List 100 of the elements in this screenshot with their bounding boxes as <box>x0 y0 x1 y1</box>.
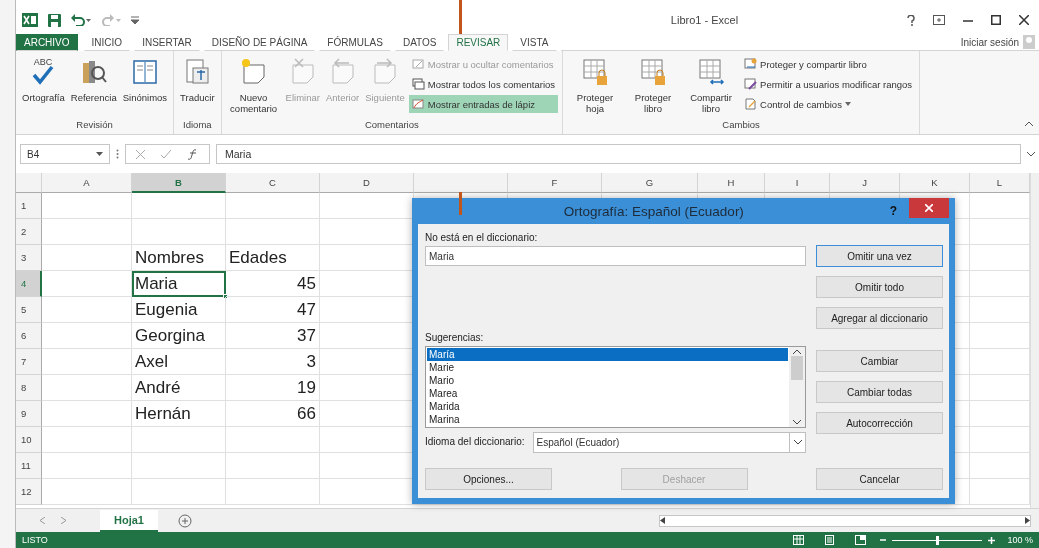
customize-icon <box>131 16 139 24</box>
note-right-arrow-icon <box>371 57 399 87</box>
ribbon-button[interactable]: Control de cambios <box>741 95 916 113</box>
word-field[interactable]: Maria <box>425 246 806 266</box>
dialog-button[interactable]: Cancelar <box>816 468 943 490</box>
column-header[interactable]: A <box>42 173 132 193</box>
table-cell: Edades <box>226 245 320 271</box>
ribbon-tab[interactable]: DISEÑO DE PÁGINA <box>203 34 316 51</box>
ribbon-button[interactable]: Permitir a usuarios modificar rangos <box>741 75 916 93</box>
fill-handle[interactable] <box>223 294 228 299</box>
row-header[interactable]: 1 <box>16 193 42 219</box>
excel-logo-icon <box>22 13 38 27</box>
dialog-button[interactable]: Omitir una vez <box>816 245 943 267</box>
row-header[interactable]: 6 <box>16 323 42 349</box>
scrollbar[interactable] <box>659 514 1031 527</box>
name-box[interactable]: B4 <box>20 144 110 164</box>
book-icon <box>130 57 159 87</box>
column-header[interactable]: G <box>602 173 698 193</box>
cancel-icon <box>136 149 145 159</box>
row-header[interactable]: 2 <box>16 219 42 245</box>
close-button[interactable] <box>909 198 949 218</box>
field-label: Sugerencias: <box>425 332 485 345</box>
language-dropdown[interactable]: Español (Ecuador) <box>532 432 806 453</box>
ribbon-button[interactable]: Compartir libro <box>683 53 740 116</box>
suggestions-list[interactable]: María Marie Mario Marea Marida Marina <box>425 346 806 428</box>
table-cell: 45 <box>226 271 320 297</box>
list-item[interactable]: Marie <box>427 361 788 374</box>
ribbon-button[interactable]: Nuevo comentario <box>225 53 282 116</box>
dialog-button[interactable]: Autocorrección <box>816 412 943 434</box>
function-icon <box>187 148 199 160</box>
drag-handle-icon <box>116 149 119 159</box>
table-cell: Hernán <box>132 401 226 427</box>
ribbon-button[interactable]: Mostrar entradas de lápiz <box>408 95 559 113</box>
list-item[interactable]: Mario <box>427 374 788 387</box>
column-header[interactable]: J <box>830 173 900 193</box>
scrollbar[interactable] <box>789 347 805 427</box>
row-header[interactable]: 10 <box>16 427 42 453</box>
row-header[interactable]: 3 <box>16 245 42 271</box>
ribbon-tab[interactable]: FÓRMULAS <box>319 34 391 51</box>
ribbon-button[interactable]: ABC Ortografía <box>20 53 67 105</box>
note-pencil-icon <box>411 58 425 70</box>
dialog-button[interactable]: Omitir todo <box>816 276 943 298</box>
page-break-icon[interactable] <box>855 535 867 545</box>
close-icon[interactable] <box>1019 15 1029 25</box>
column-header[interactable]: I <box>765 173 830 193</box>
list-item[interactable]: Marea <box>427 387 788 400</box>
ribbon-display-icon[interactable] <box>933 15 945 25</box>
ribbon-tab[interactable]: REVISAR <box>448 34 509 51</box>
table-cell: Eugenia <box>132 297 226 323</box>
column-header[interactable]: D <box>320 173 414 193</box>
row-header[interactable]: 9 <box>16 401 42 427</box>
sign-in-link[interactable]: Iniciar sesión <box>960 36 1019 48</box>
collapse-ribbon-icon[interactable] <box>1025 121 1033 126</box>
column-header[interactable]: C <box>226 173 320 193</box>
scrollbar[interactable] <box>1030 173 1039 508</box>
list-item[interactable]: Marida <box>427 400 788 413</box>
dialog-title: Ortografía: Español (Ecuador) <box>563 203 744 219</box>
row-header[interactable]: 5 <box>16 297 42 323</box>
field-label: No está en el diccionario: <box>425 232 539 245</box>
ribbon-button[interactable]: Mostrar todos los comentarios <box>408 75 559 93</box>
dialog-button[interactable]: Agregar al diccionario <box>816 307 943 329</box>
zoom-level[interactable]: 100 % <box>1007 535 1033 545</box>
ribbon-button[interactable]: Traducir <box>178 53 217 105</box>
row-header[interactable]: 11 <box>16 453 42 479</box>
column-header[interactable]: F <box>508 173 602 193</box>
row-header[interactable]: 12 <box>16 479 42 505</box>
dialog-button[interactable]: Cambiar todas <box>816 381 943 403</box>
zoom-in-icon[interactable] <box>988 536 996 544</box>
grid-share-icon <box>744 58 758 70</box>
row-header[interactable]: 7 <box>16 349 42 375</box>
table-cell: Georgina <box>132 323 226 349</box>
column-header[interactable]: B <box>132 173 226 193</box>
row-header[interactable]: 4 <box>16 271 42 297</box>
sheet-tab[interactable]: Hoja1 <box>100 509 158 532</box>
dialog-button[interactable]: Opciones... <box>425 468 552 490</box>
list-item[interactable]: María <box>427 348 788 361</box>
ribbon-tab[interactable]: ARCHIVO <box>16 34 78 51</box>
column-header[interactable]: L <box>970 173 1030 193</box>
group-label: Comentarios <box>363 118 420 132</box>
add-sheet-icon[interactable] <box>177 513 192 528</box>
ribbon-button[interactable]: Proteger hoja <box>567 53 624 116</box>
dialog-button[interactable]: Cambiar <box>816 350 943 372</box>
column-header[interactable]: K <box>900 173 970 193</box>
column-header[interactable]: H <box>698 173 765 193</box>
maximize-icon[interactable] <box>991 15 1001 25</box>
ribbon-button[interactable]: Proteger libro <box>625 53 682 116</box>
help-button[interactable]: ? <box>889 204 897 218</box>
row-header[interactable]: 8 <box>16 375 42 401</box>
scrollbar-thumb[interactable] <box>791 356 803 380</box>
ribbon-button[interactable]: Proteger y compartir libro <box>741 55 916 73</box>
left-arrow-icon <box>660 517 665 524</box>
page-layout-icon[interactable] <box>824 535 836 545</box>
ribbon-button[interactable]: Referencia <box>68 53 119 105</box>
ribbon-button[interactable]: Sinónimos <box>120 53 170 105</box>
formula-input[interactable]: Maria <box>216 144 1021 164</box>
list-item[interactable]: Marina <box>427 413 788 426</box>
normal-view-icon[interactable] <box>793 535 805 545</box>
translate-page-icon <box>183 57 212 87</box>
slider-thumb[interactable] <box>936 535 940 545</box>
help-icon[interactable] <box>907 14 915 26</box>
